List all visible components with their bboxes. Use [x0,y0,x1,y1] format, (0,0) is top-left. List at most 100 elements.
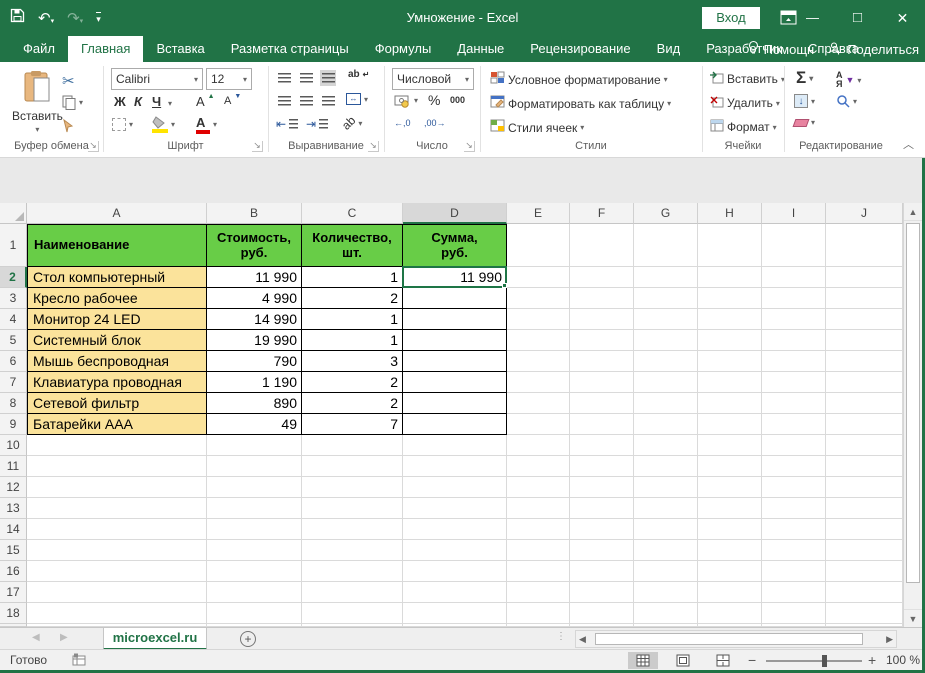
cell-H12[interactable] [698,477,762,498]
cell-E13[interactable] [507,498,570,519]
cell-C2[interactable]: 1 [302,267,403,288]
cell-E10[interactable] [507,435,570,456]
column-header-A[interactable]: A [27,203,207,224]
cell-F5[interactable] [570,330,634,351]
decrease-decimal-icon[interactable]: ,00→ [424,118,446,128]
cell-F4[interactable] [570,309,634,330]
cell-I13[interactable] [762,498,826,519]
increase-font-button[interactable]: А▲ [196,94,215,109]
cell-H7[interactable] [698,372,762,393]
cell-G5[interactable] [634,330,698,351]
cell-F10[interactable] [570,435,634,456]
underline-dropdown-arrow[interactable]: ▾ [168,99,172,108]
cell-C8[interactable]: 2 [302,393,403,414]
cell-I9[interactable] [762,414,826,435]
cell-F18[interactable] [570,603,634,624]
zoom-in-icon[interactable]: + [868,652,876,668]
cell-H5[interactable] [698,330,762,351]
row-header-2[interactable]: 2 [0,267,27,288]
cell-D17[interactable] [403,582,507,603]
vertical-scrollbar[interactable]: ▲ ▼ [903,203,922,627]
cell-A1[interactable]: Наименование [27,224,207,267]
cell-E17[interactable] [507,582,570,603]
cell-A12[interactable] [27,477,207,498]
cell-I6[interactable] [762,351,826,372]
paste-button[interactable]: Вставить ▾ [12,70,63,134]
cell-H13[interactable] [698,498,762,519]
cell-H11[interactable] [698,456,762,477]
orientation-icon[interactable]: ab▾ [342,116,362,130]
cell-I5[interactable] [762,330,826,351]
font-dialog-launcher-icon[interactable]: ↘ [252,141,263,152]
cell-J10[interactable] [826,435,903,456]
cell-C13[interactable] [302,498,403,519]
cell-I3[interactable] [762,288,826,309]
bold-button[interactable]: Ж [114,94,126,109]
column-header-E[interactable]: E [507,203,570,224]
clipboard-dialog-launcher-icon[interactable]: ↘ [88,141,99,152]
cell-B10[interactable] [207,435,302,456]
cell-E14[interactable] [507,519,570,540]
cell-E18[interactable] [507,603,570,624]
cell-J12[interactable] [826,477,903,498]
cell-E1[interactable] [507,224,570,267]
paste-dropdown-arrow[interactable]: ▾ [35,125,39,134]
cell-J3[interactable] [826,288,903,309]
cell-C3[interactable]: 2 [302,288,403,309]
cell-B5[interactable]: 19 990 [207,330,302,351]
cell-B4[interactable]: 14 990 [207,309,302,330]
align-bottom-icon[interactable] [320,70,336,86]
format-painter-icon[interactable] [62,118,77,133]
column-header-G[interactable]: G [634,203,698,224]
cell-E4[interactable] [507,309,570,330]
merge-center-icon[interactable]: ↔▾ [346,93,368,105]
scroll-up-icon[interactable]: ▲ [904,203,922,221]
cell-D6[interactable] [403,351,507,372]
cell-B3[interactable]: 4 990 [207,288,302,309]
cell-C15[interactable] [302,540,403,561]
tab-page-layout[interactable]: Разметка страницы [218,36,362,62]
cell-A3[interactable]: Кресло рабочее [27,288,207,309]
row-header-4[interactable]: 4 [0,309,27,330]
minimize-button[interactable]: — [790,0,835,36]
cell-D5[interactable] [403,330,507,351]
cell-G15[interactable] [634,540,698,561]
increase-indent-icon[interactable]: ⇥ [306,117,328,131]
cut-scissors-icon[interactable]: ✂ [62,72,75,90]
cell-E2[interactable] [507,267,570,288]
cell-A10[interactable] [27,435,207,456]
cell-J7[interactable] [826,372,903,393]
cell-I10[interactable] [762,435,826,456]
zoom-slider-track[interactable] [766,660,862,662]
fill-color-button[interactable]: ▾ [152,116,175,133]
cell-E9[interactable] [507,414,570,435]
cell-E3[interactable] [507,288,570,309]
column-header-D[interactable]: D [403,203,507,224]
cell-styles-button[interactable]: Стили ячеек▾ [490,119,584,136]
cell-G10[interactable] [634,435,698,456]
cell-F9[interactable] [570,414,634,435]
cell-E7[interactable] [507,372,570,393]
cell-B17[interactable] [207,582,302,603]
cell-F3[interactable] [570,288,634,309]
cell-C7[interactable]: 2 [302,372,403,393]
row-header-1[interactable]: 1 [0,224,27,267]
collapse-ribbon-icon[interactable]: ︿ [903,136,914,152]
cell-G11[interactable] [634,456,698,477]
cell-B16[interactable] [207,561,302,582]
increase-decimal-icon[interactable]: ←,0 [394,118,411,128]
cell-C16[interactable] [302,561,403,582]
cell-E5[interactable] [507,330,570,351]
tab-file[interactable]: Файл [10,36,68,62]
cell-D1[interactable]: Сумма,руб. [403,224,507,267]
percent-style-icon[interactable]: % [428,92,440,108]
underline-button[interactable]: Ч [152,94,161,109]
wrap-text-icon[interactable]: ab↵ [348,69,369,80]
cell-B14[interactable] [207,519,302,540]
cell-I12[interactable] [762,477,826,498]
cell-F17[interactable] [570,582,634,603]
sheet-nav-right-icon[interactable]: ▶ [60,632,68,643]
cell-H3[interactable] [698,288,762,309]
row-header-16[interactable]: 16 [0,561,27,582]
cell-J11[interactable] [826,456,903,477]
